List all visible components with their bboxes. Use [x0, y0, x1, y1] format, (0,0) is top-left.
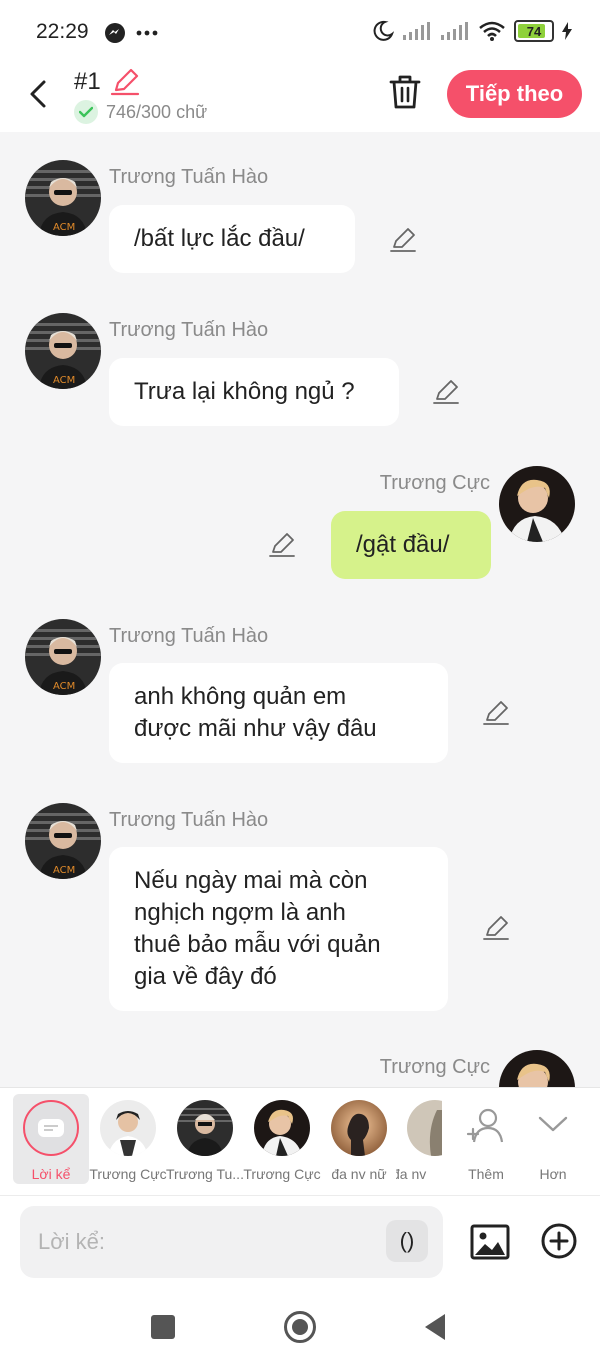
parentheses-button[interactable]: () [386, 1220, 428, 1262]
character-avatar [254, 1100, 310, 1156]
speaker-name: Trương Tuấn Hào [109, 625, 269, 647]
word-count: 746/300 chữ [106, 101, 208, 122]
charging-icon [562, 22, 572, 40]
character-button[interactable]: Trương Cực [89, 1096, 167, 1186]
more-label: Hơn [539, 1166, 567, 1182]
chevron-down-icon [538, 1116, 568, 1132]
edit-message-icon[interactable] [432, 378, 460, 406]
character-avatar [100, 1100, 156, 1156]
svg-text:ACM: ACM [53, 375, 75, 386]
message-line: Nếu ngày mai mà còn [134, 867, 368, 894]
battery-indicator: 74 [514, 20, 554, 42]
avatar[interactable]: ACM [25, 619, 101, 695]
message-line: thuê bảo mẫu với quản [134, 931, 381, 958]
more-dots-icon [136, 30, 158, 36]
signal-icon-2 [441, 22, 468, 40]
message-line: được mãi như vậy đâu [134, 715, 377, 742]
character-label: đa nv nữ [331, 1166, 387, 1182]
home-icon[interactable] [283, 1310, 317, 1344]
message-line: /bất lực lắc đầu/ [134, 225, 305, 252]
edit-message-icon[interactable] [389, 226, 417, 254]
message-bubble[interactable]: /bất lực lắc đầu/ [109, 205, 355, 273]
speaker-name: Trương Tuấn Hào [109, 166, 269, 188]
editor-header: #1 746/300 chữ Tiếp theo [0, 64, 600, 132]
word-count-row: 746/300 chữ [74, 100, 207, 124]
character-button[interactable]: Trương Cực [243, 1096, 321, 1186]
edit-message-icon[interactable] [482, 914, 510, 942]
add-person-icon [466, 1108, 504, 1143]
speaker-name: Trương Tuấn Hào [109, 809, 269, 831]
avatar[interactable] [499, 466, 575, 542]
recents-icon[interactable] [150, 1314, 176, 1340]
image-icon[interactable] [470, 1222, 510, 1262]
avatar[interactable]: ACM [25, 160, 101, 236]
message-bubble[interactable]: /gật đầu/ [331, 511, 491, 579]
edit-title-icon[interactable] [110, 68, 140, 96]
trash-icon[interactable] [388, 74, 422, 110]
chapter-title: #1 [74, 68, 101, 95]
signal-icon [403, 22, 430, 40]
chat-area[interactable]: ACM Trương Tuấn Hào /bất lực lắc đầu/ AC… [0, 132, 600, 1087]
character-button[interactable]: đa nv nữ [320, 1096, 398, 1186]
avatar[interactable] [499, 1050, 575, 1087]
narration-input[interactable] [38, 1226, 378, 1258]
message-bubble[interactable]: Trưa lại không ngủ ? [109, 358, 399, 426]
message-line: Trưa lại không ngủ ? [134, 378, 355, 405]
composer: () [0, 1195, 600, 1287]
character-avatar [331, 1100, 387, 1156]
wifi-icon [479, 21, 505, 41]
speaker-name: Trương Cực [379, 472, 490, 494]
character-label: đa nv [396, 1166, 427, 1182]
narrator-button[interactable]: Lời kể [12, 1096, 90, 1186]
narrator-icon [23, 1100, 79, 1156]
character-avatar [177, 1100, 233, 1156]
add-circle-icon[interactable] [540, 1222, 578, 1260]
speaker-name: Trương Tuấn Hào [109, 319, 269, 341]
status-time: 22:29 [36, 20, 89, 43]
character-avatar [407, 1100, 442, 1156]
moon-icon [373, 20, 394, 41]
more-button[interactable]: Hơn [514, 1096, 592, 1186]
character-button[interactable]: Trương Tu... [166, 1096, 244, 1186]
next-button[interactable]: Tiếp theo [447, 70, 582, 118]
narration-input-box: () [20, 1206, 443, 1278]
status-system-icons: 74 [372, 20, 572, 42]
svg-text:ACM: ACM [53, 222, 75, 233]
avatar[interactable]: ACM [25, 803, 101, 879]
message-line: gia về đây đó [134, 963, 277, 990]
message-line: nghịch ngợm là anh [134, 899, 346, 926]
status-bar: 22:29 74 [0, 0, 600, 64]
message-bubble[interactable]: Nếu ngày mai mà còn nghịch ngợm là anh t… [109, 847, 448, 1011]
messenger-icon [105, 23, 125, 43]
svg-text:ACM: ACM [53, 681, 75, 692]
edit-message-icon[interactable] [482, 699, 510, 727]
message-line: anh không quản em [134, 683, 347, 710]
message-bubble[interactable]: anh không quản em được mãi như vậy đâu [109, 663, 448, 763]
speaker-name: Trương Cực [379, 1056, 490, 1078]
status-notification-icons [104, 22, 158, 44]
svg-text:ACM: ACM [53, 865, 75, 876]
avatar[interactable]: ACM [25, 313, 101, 389]
message-line: /gật đầu/ [356, 531, 450, 558]
character-button[interactable]: đa nv [396, 1096, 442, 1186]
edit-message-icon[interactable] [268, 531, 296, 559]
check-icon [74, 100, 98, 124]
battery-level: 74 [526, 23, 542, 39]
back-nav-icon[interactable] [423, 1313, 447, 1341]
character-toolbar: Lời kể Trương Cực Trương Tu... Trương Cự… [0, 1087, 600, 1195]
system-nav-bar [0, 1287, 600, 1367]
back-icon[interactable] [24, 76, 54, 112]
